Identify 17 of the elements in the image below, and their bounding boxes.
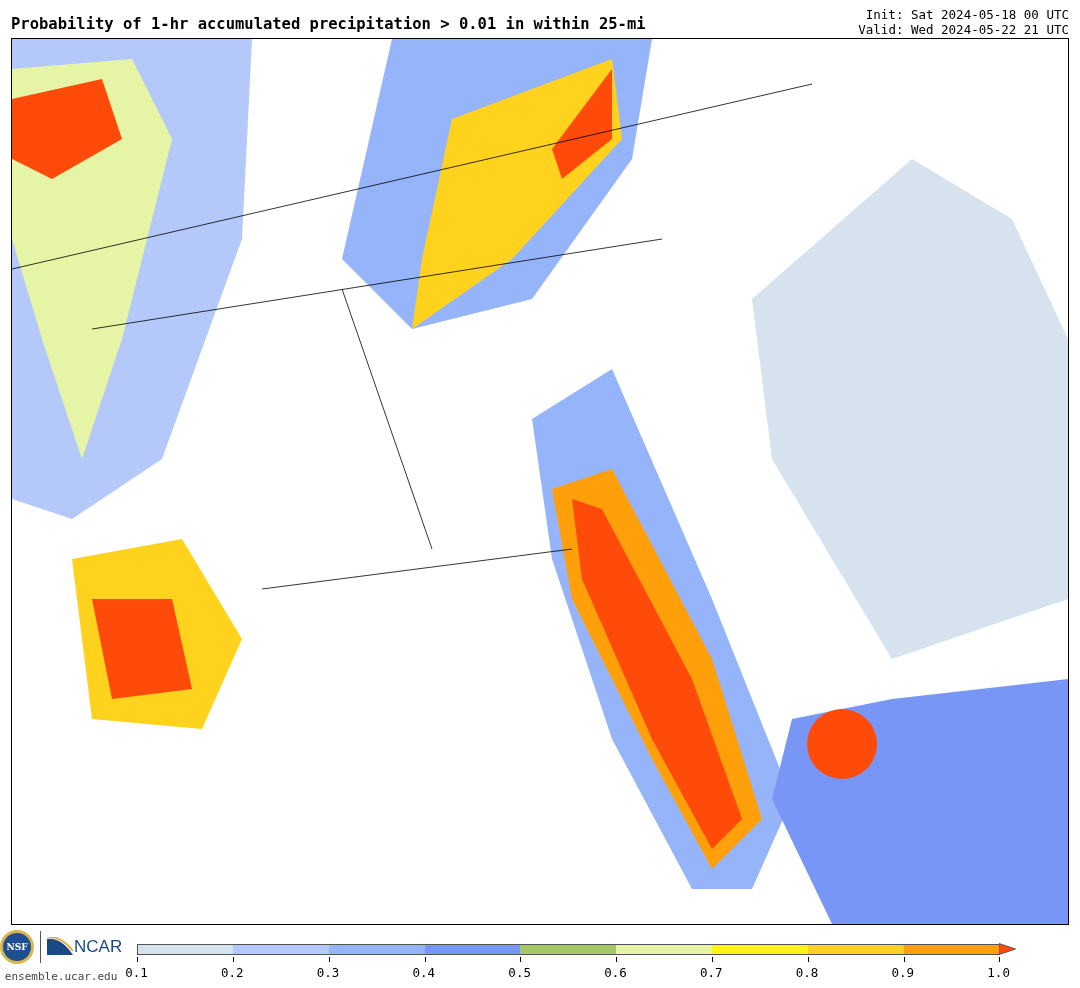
tick-label: 1.0: [987, 965, 1010, 980]
tick-label: 0.4: [412, 965, 436, 980]
valid-time: Valid: Wed 2024-05-22 21 UTC: [858, 22, 1069, 37]
website-url: ensemble.ucar.edu: [4, 970, 118, 983]
init-time: Init: Sat 2024-05-18 00 UTC: [865, 7, 1069, 22]
nsf-logo: NSF: [0, 930, 34, 964]
tick-label: 0.1: [125, 965, 148, 980]
tick-label: 0.9: [891, 965, 915, 980]
tick-label: 0.7: [699, 965, 723, 980]
swoosh-icon: [47, 937, 73, 957]
tick-label: 0.6: [604, 965, 627, 980]
tick-label: 0.2: [220, 965, 244, 980]
tick-label: 0.8: [795, 965, 819, 980]
ncar-logo-text: NCAR: [74, 937, 123, 957]
tick-label: 0.5: [508, 965, 531, 980]
chart-title: Probability of 1-hr accumulated precipitation > 0.01 in within 25-mi: [11, 15, 646, 35]
tick-label: 0.3: [316, 965, 340, 980]
